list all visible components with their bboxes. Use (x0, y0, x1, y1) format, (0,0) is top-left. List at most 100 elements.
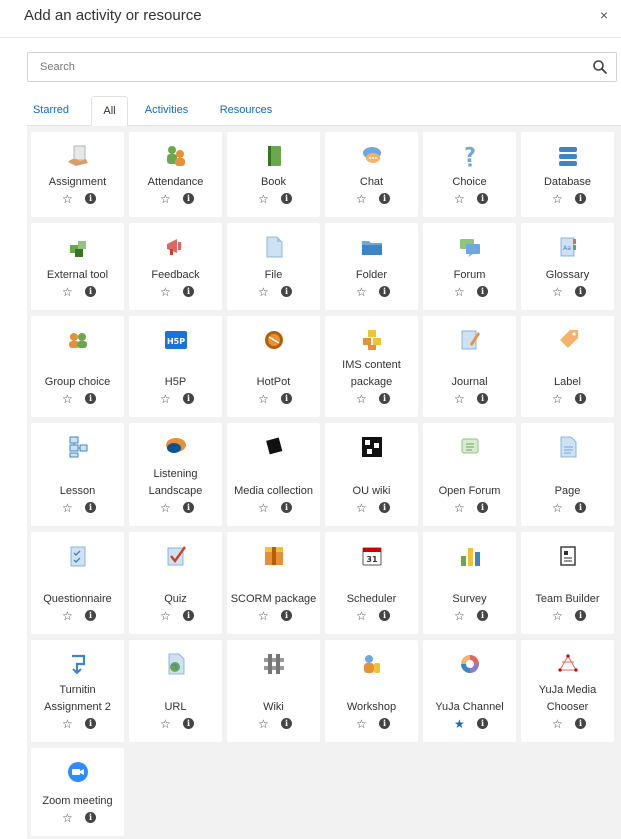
activity-tile-folder[interactable]: Folder ☆ i (325, 223, 418, 310)
activity-tile-scheduler[interactable]: 31 Scheduler ☆ i (325, 532, 418, 634)
activity-tile-h5p[interactable]: H5P H5P ☆ i (129, 316, 222, 417)
close-button[interactable]: × (595, 6, 613, 24)
tab-starred[interactable]: Starred (27, 96, 75, 126)
info-icon[interactable]: i (183, 718, 194, 729)
info-icon[interactable]: i (379, 502, 390, 513)
search-input[interactable] (28, 53, 568, 81)
info-icon[interactable]: i (183, 502, 194, 513)
info-icon[interactable]: i (183, 286, 194, 297)
star-icon[interactable]: ☆ (356, 502, 368, 514)
star-icon[interactable]: ☆ (62, 718, 74, 730)
star-icon[interactable]: ☆ (62, 193, 74, 205)
info-icon[interactable]: i (379, 286, 390, 297)
star-icon[interactable]: ☆ (552, 610, 564, 622)
star-icon[interactable]: ☆ (356, 193, 368, 205)
info-icon[interactable]: i (477, 718, 488, 729)
info-icon[interactable]: i (379, 610, 390, 621)
activity-tile-lesson[interactable]: Lesson ☆ i (31, 423, 124, 526)
info-icon[interactable]: i (281, 286, 292, 297)
star-icon[interactable]: ☆ (258, 502, 270, 514)
star-icon[interactable]: ☆ (356, 610, 368, 622)
tab-all[interactable]: All (91, 96, 128, 127)
star-icon[interactable]: ☆ (454, 502, 466, 514)
star-icon[interactable]: ☆ (62, 393, 74, 405)
star-icon[interactable]: ☆ (258, 193, 270, 205)
star-icon[interactable]: ☆ (160, 393, 172, 405)
info-icon[interactable]: i (183, 610, 194, 621)
star-icon[interactable]: ☆ (160, 193, 172, 205)
info-icon[interactable]: i (575, 286, 586, 297)
info-icon[interactable]: i (85, 718, 96, 729)
info-icon[interactable]: i (85, 193, 96, 204)
activity-tile-ims-content-package[interactable]: IMS content package ☆ i (325, 316, 418, 417)
star-icon[interactable]: ☆ (160, 718, 172, 730)
star-icon[interactable]: ☆ (62, 812, 74, 824)
info-icon[interactable]: i (477, 502, 488, 513)
star-icon[interactable]: ☆ (454, 393, 466, 405)
activity-tile-survey[interactable]: Survey ☆ i (423, 532, 516, 634)
info-icon[interactable]: i (379, 718, 390, 729)
activity-tile-yuja-channel[interactable]: YuJa Channel ★ i (423, 640, 516, 742)
activity-tile-attendance[interactable]: Attendance ☆ i (129, 132, 222, 217)
activity-tile-questionnaire[interactable]: Questionnaire ☆ i (31, 532, 124, 634)
activity-tile-chat[interactable]: Chat ☆ i (325, 132, 418, 217)
star-icon[interactable]: ☆ (160, 286, 172, 298)
info-icon[interactable]: i (85, 610, 96, 621)
activity-tile-feedback[interactable]: Feedback ☆ i (129, 223, 222, 310)
activity-tile-wiki[interactable]: Wiki ☆ i (227, 640, 320, 742)
activity-tile-listening-landscape[interactable]: Listening Landscape ☆ i (129, 423, 222, 526)
activity-tile-team-builder[interactable]: Team Builder ☆ i (521, 532, 614, 634)
info-icon[interactable]: i (575, 193, 586, 204)
info-icon[interactable]: i (477, 286, 488, 297)
activity-tile-hotpot[interactable]: HotPot ☆ i (227, 316, 320, 417)
info-icon[interactable]: i (85, 286, 96, 297)
star-icon[interactable]: ☆ (552, 393, 564, 405)
activity-tile-turnitin-assignment-2[interactable]: Turnitin Assignment 2 ☆ i (31, 640, 124, 742)
activity-tile-workshop[interactable]: Workshop ☆ i (325, 640, 418, 742)
info-icon[interactable]: i (575, 718, 586, 729)
activity-tile-forum[interactable]: Forum ☆ i (423, 223, 516, 310)
info-icon[interactable]: i (281, 502, 292, 513)
activity-tile-open-forum[interactable]: Open Forum ☆ i (423, 423, 516, 526)
search-icon[interactable] (592, 59, 608, 75)
activity-tile-file[interactable]: File ☆ i (227, 223, 320, 310)
info-icon[interactable]: i (477, 193, 488, 204)
star-icon[interactable]: ☆ (160, 610, 172, 622)
activity-tile-yuja-media-chooser[interactable]: YuJa Media Chooser ☆ i (521, 640, 614, 742)
star-icon[interactable]: ☆ (62, 610, 74, 622)
info-icon[interactable]: i (85, 502, 96, 513)
activity-tile-book[interactable]: Book ☆ i (227, 132, 320, 217)
star-icon[interactable]: ☆ (552, 193, 564, 205)
activity-tile-choice[interactable]: ? Choice ☆ i (423, 132, 516, 217)
activity-tile-url[interactable]: URL ☆ i (129, 640, 222, 742)
star-icon[interactable]: ☆ (160, 502, 172, 514)
star-icon[interactable]: ☆ (356, 718, 368, 730)
info-icon[interactable]: i (477, 610, 488, 621)
star-icon[interactable]: ☆ (454, 193, 466, 205)
activity-tile-media-collection[interactable]: Media collection ☆ i (227, 423, 320, 526)
info-icon[interactable]: i (85, 812, 96, 823)
star-icon[interactable]: ☆ (62, 286, 74, 298)
star-icon[interactable]: ☆ (356, 286, 368, 298)
star-icon[interactable]: ☆ (356, 393, 368, 405)
info-icon[interactable]: i (575, 610, 586, 621)
star-icon[interactable]: ☆ (62, 502, 74, 514)
activity-tile-glossary[interactable]: Aa Glossary ☆ i (521, 223, 614, 310)
info-icon[interactable]: i (281, 193, 292, 204)
info-icon[interactable]: i (575, 393, 586, 404)
activity-tile-scorm-package[interactable]: SCORM package ☆ i (227, 532, 320, 634)
info-icon[interactable]: i (85, 393, 96, 404)
star-icon[interactable]: ☆ (454, 610, 466, 622)
star-icon[interactable]: ☆ (552, 286, 564, 298)
activity-tile-assignment[interactable]: Assignment ☆ i (31, 132, 124, 217)
star-filled-icon[interactable]: ★ (454, 718, 466, 730)
activity-tile-ou-wiki[interactable]: OU wiki ☆ i (325, 423, 418, 526)
info-icon[interactable]: i (379, 393, 390, 404)
activity-tile-label[interactable]: Label ☆ i (521, 316, 614, 417)
activity-tile-quiz[interactable]: Quiz ☆ i (129, 532, 222, 634)
info-icon[interactable]: i (379, 193, 390, 204)
info-icon[interactable]: i (281, 610, 292, 621)
activity-tile-zoom-meeting[interactable]: Zoom meeting ☆ i (31, 748, 124, 836)
star-icon[interactable]: ☆ (454, 286, 466, 298)
activity-tile-group-choice[interactable]: Group choice ☆ i (31, 316, 124, 417)
